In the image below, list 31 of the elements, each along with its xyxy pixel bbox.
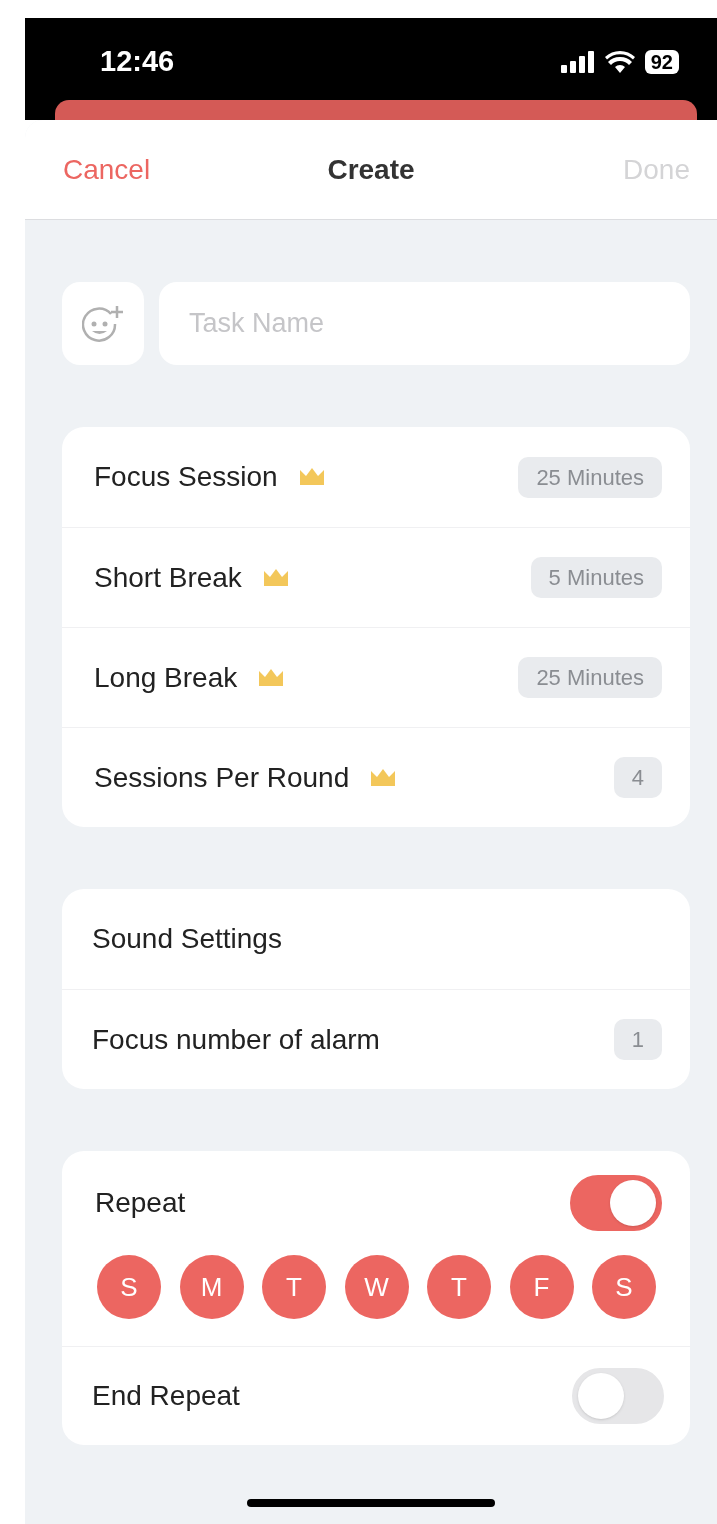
weekday-toggle[interactable]: M: [179, 1255, 244, 1319]
setting-label: Sound Settings: [92, 922, 282, 956]
cancel-button[interactable]: Cancel: [63, 148, 151, 191]
value-badge: 25 Minutes: [518, 456, 662, 498]
setting-label: Short Break: [94, 560, 242, 595]
setting-label: Focus number of alarm: [92, 1022, 380, 1057]
crown-icon: [297, 466, 326, 488]
emoji-picker-button[interactable]: [62, 282, 144, 365]
value-badge: 5 Minutes: [530, 557, 662, 598]
weekday-toggle[interactable]: S: [97, 1255, 161, 1319]
weekday-toggle[interactable]: T: [427, 1255, 491, 1319]
weekday-toggle[interactable]: W: [344, 1255, 409, 1319]
value-badge: 25 Minutes: [518, 657, 662, 698]
battery-indicator: 92: [644, 50, 679, 74]
setting-label: Long Break: [94, 660, 238, 695]
setting-label: Repeat: [95, 1186, 186, 1220]
task-name-field[interactable]: Task Name: [159, 282, 690, 365]
setting-label: Sessions Per Round: [94, 760, 350, 795]
weekday-toggle[interactable]: T: [262, 1255, 326, 1319]
toggle-switch[interactable]: [570, 1175, 662, 1231]
value-badge: 4: [613, 757, 662, 798]
sheet-title: Create: [327, 152, 415, 187]
value-badge: 1: [613, 1019, 662, 1060]
smiley-add-icon: [82, 303, 124, 344]
status-time: 12:46: [100, 44, 175, 80]
setting-label: End Repeat: [92, 1379, 240, 1413]
signal-icon: [560, 51, 595, 73]
weekday-toggle[interactable]: F: [509, 1255, 574, 1319]
setting-label: Focus Session: [94, 460, 278, 494]
wifi-icon: [604, 51, 635, 73]
weekday-toggle[interactable]: S: [592, 1255, 656, 1319]
